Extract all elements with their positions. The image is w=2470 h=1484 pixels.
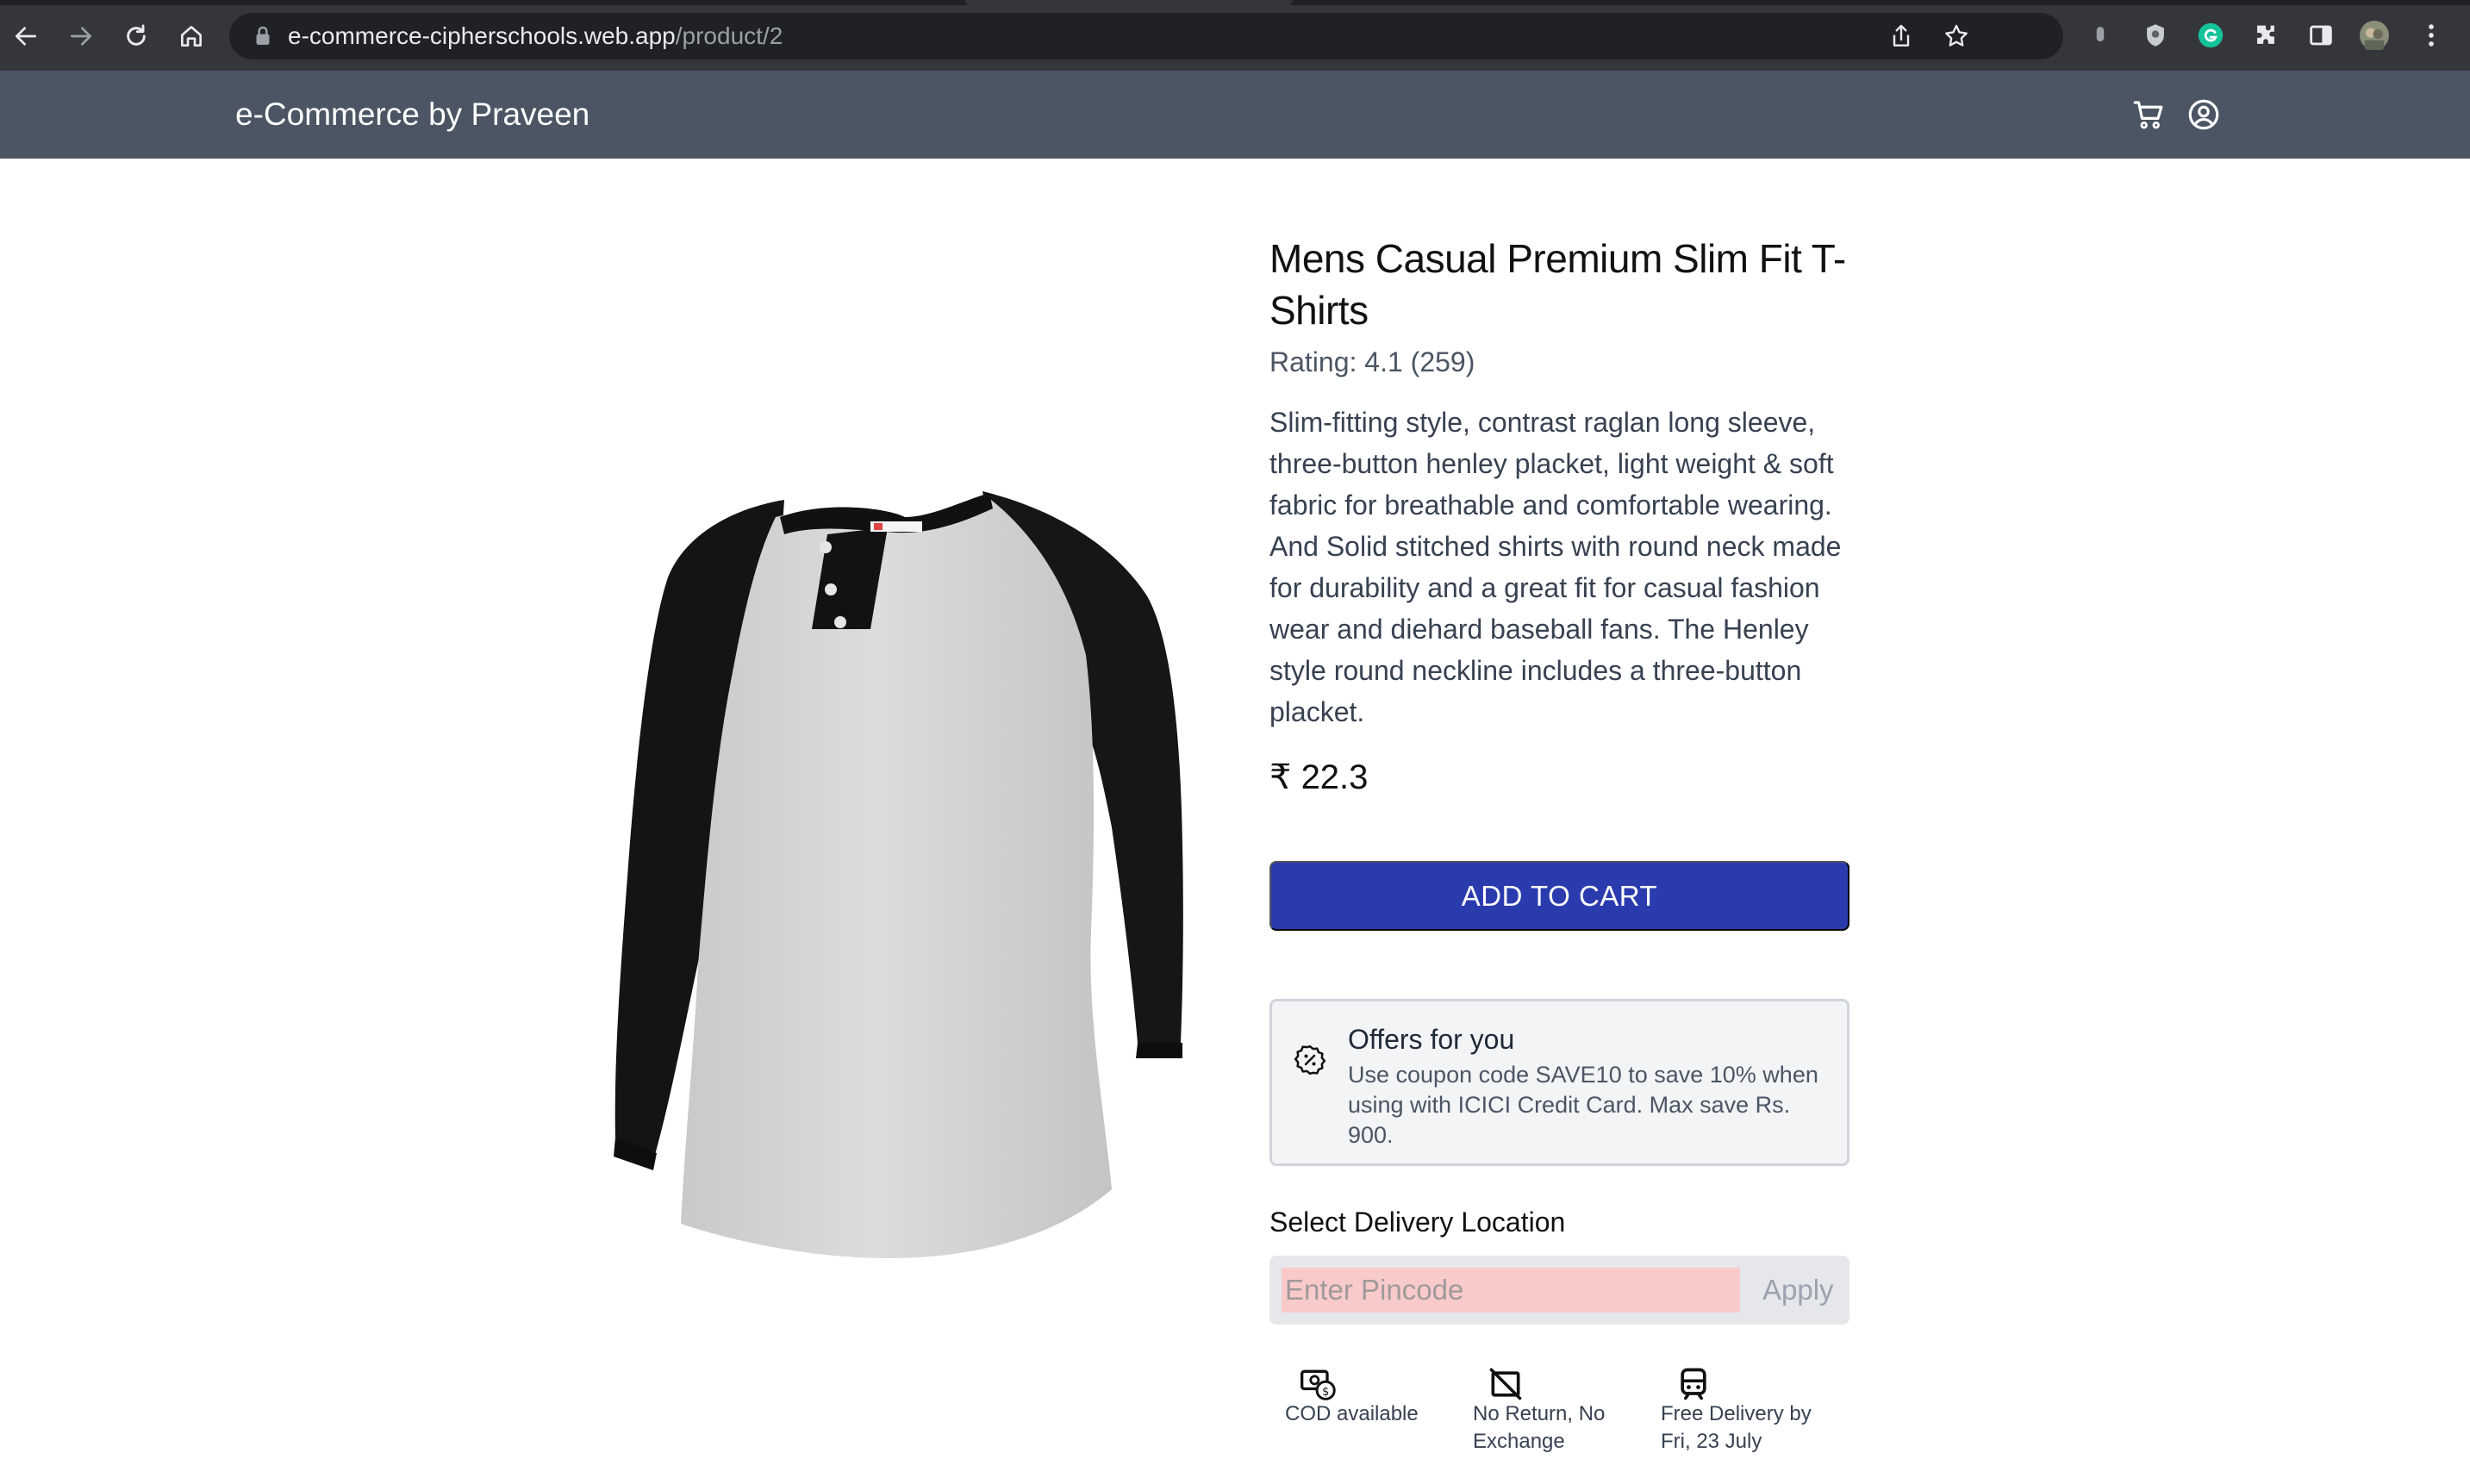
cart-icon[interactable] bbox=[2130, 97, 2167, 133]
delivery-truck-icon bbox=[1681, 1368, 1706, 1400]
offers-text: Use coupon code SAVE10 to save 10% when … bbox=[1348, 1062, 1818, 1148]
brand-title[interactable]: e-Commerce by Praveen bbox=[235, 95, 589, 134]
product-description: Slim-fitting style, contrast raglan long… bbox=[1269, 407, 1842, 727]
back-arrow-icon bbox=[16, 27, 36, 46]
profile-avatar-icon[interactable] bbox=[2358, 19, 2391, 52]
svg-text:$: $ bbox=[1322, 1386, 1329, 1399]
address-bar[interactable]: e-commerce-cipherschools.web.app/product… bbox=[229, 13, 2063, 59]
delivery-features: $ COD available No Return, No Exchange F… bbox=[1269, 1362, 1849, 1465]
url-path: /product/2 bbox=[675, 22, 783, 49]
forward-arrow-icon bbox=[71, 27, 91, 46]
chrome-menu-icon[interactable] bbox=[2415, 19, 2448, 52]
grammarly-icon[interactable] bbox=[2194, 19, 2227, 52]
forward-button[interactable] bbox=[62, 17, 100, 55]
offers-title: Offers for you bbox=[1348, 1024, 1515, 1055]
reload-icon bbox=[127, 24, 146, 46]
feature-no-return-text: No Return, No Exchange bbox=[1473, 1402, 1606, 1453]
add-to-cart-button[interactable]: ADD TO CART bbox=[1269, 861, 1849, 931]
product-title: Mens Casual Premium Slim Fit T-Shirts bbox=[1269, 236, 1846, 333]
share-icon[interactable] bbox=[1887, 22, 1915, 50]
product-price: ₹ 22.3 bbox=[1269, 758, 1369, 796]
pincode-input[interactable] bbox=[1282, 1268, 1740, 1313]
user-account-icon[interactable] bbox=[2186, 97, 2222, 133]
no-return-icon bbox=[1489, 1368, 1522, 1400]
discount-badge-icon bbox=[1294, 1044, 1326, 1076]
delivery-location-label: Select Delivery Location bbox=[1269, 1207, 1566, 1238]
active-tab-edge[interactable] bbox=[965, 0, 1293, 5]
side-panel-icon[interactable] bbox=[2305, 19, 2337, 52]
reload-button[interactable] bbox=[117, 17, 155, 55]
extensions-puzzle-icon[interactable] bbox=[2249, 19, 2282, 52]
cash-icon: $ bbox=[1300, 1369, 1336, 1400]
product-details: Mens Casual Premium Slim Fit T-Shirts Ra… bbox=[1269, 233, 1851, 800]
extension-mic-icon[interactable] bbox=[2084, 19, 2117, 52]
apply-button[interactable]: Apply bbox=[1762, 1268, 1834, 1313]
back-button[interactable] bbox=[7, 17, 45, 55]
home-button[interactable] bbox=[172, 17, 210, 55]
browser-toolbar: e-commerce-cipherschools.web.app/product… bbox=[0, 0, 2470, 71]
lock-icon[interactable] bbox=[250, 23, 276, 49]
home-icon bbox=[181, 26, 202, 47]
tshirt-image bbox=[614, 491, 1183, 1258]
bookmark-star-icon[interactable] bbox=[1943, 22, 1970, 50]
feature-cod-text: COD available bbox=[1285, 1402, 1419, 1425]
pincode-form: Apply bbox=[1269, 1256, 1849, 1325]
tab-strip bbox=[0, 0, 2470, 5]
product-rating: Rating: 4.1 (259) bbox=[1269, 346, 1475, 377]
app-navbar: e-Commerce by Praveen bbox=[0, 71, 2470, 159]
url-text[interactable]: e-commerce-cipherschools.web.app/product… bbox=[288, 23, 783, 49]
url-host: e-commerce-cipherschools.web.app bbox=[288, 22, 676, 49]
feature-free-delivery-text: Free Delivery by Fri, 23 July bbox=[1661, 1402, 1812, 1453]
extension-shield-icon[interactable] bbox=[2139, 19, 2172, 52]
product-image bbox=[603, 483, 1198, 1267]
offers-card: Offers for you Use coupon code SAVE10 to… bbox=[1269, 999, 1849, 1166]
